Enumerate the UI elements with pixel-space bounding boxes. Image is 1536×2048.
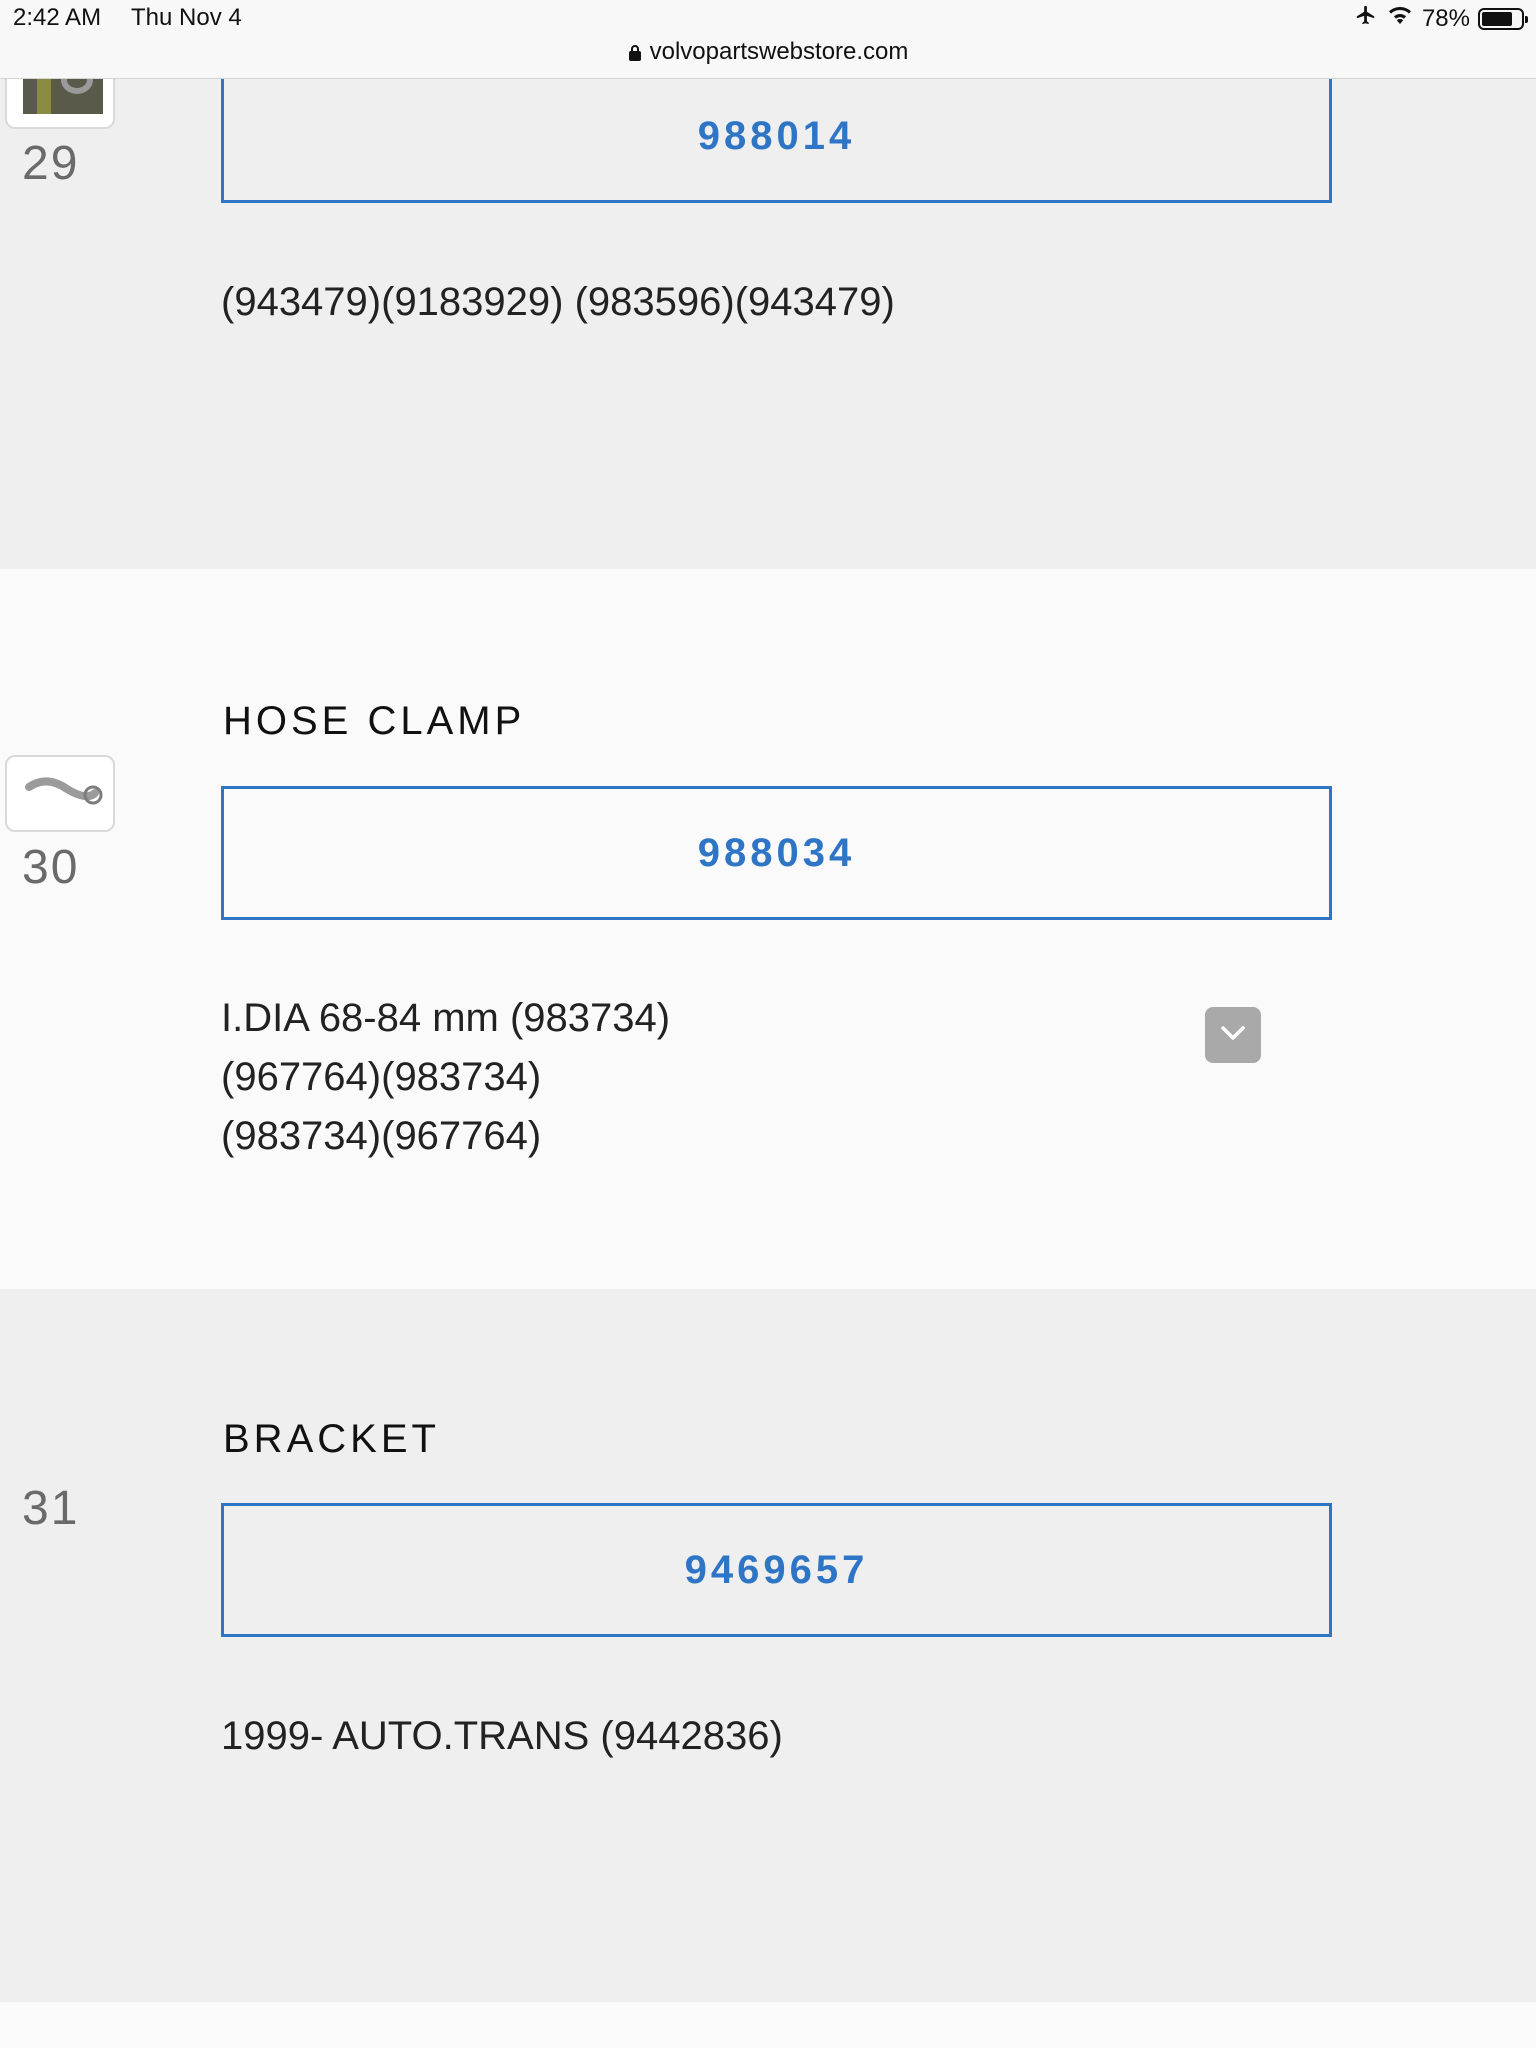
chevron-down-icon (1219, 1024, 1247, 1047)
part-note-line: I.DIA 68-84 mm (983734) (221, 996, 671, 1040)
browser-status-bar: 2:42 AM Thu Nov 4 78% volvopartswebstore… (0, 0, 1536, 79)
part-note-line: (983734)(967764) (221, 1114, 542, 1158)
part-title: BRACKET (223, 1417, 440, 1461)
item-number: 30 (22, 841, 80, 894)
battery-percent: 78% (1421, 4, 1470, 32)
item-number: 31 (22, 1482, 80, 1535)
wifi-icon (1386, 4, 1414, 33)
url-text: volvopartswebstore.com (649, 38, 909, 65)
status-indicators: 78% (1354, 4, 1528, 33)
part-notes: (943479)(9183929) (983596)(943479) (221, 273, 895, 332)
part-row-next (0, 2002, 1536, 2048)
battery-icon (1478, 7, 1528, 30)
part-notes: 1999- AUTO.TRANS (9442836) (221, 1707, 783, 1766)
part-row-29: 29 988014 (943479)(9183929) (983596)(943… (0, 0, 1536, 569)
lock-icon (628, 38, 650, 65)
part-number-button[interactable]: 988014 (221, 69, 1332, 203)
part-row-30: HOSE CLAMP 30 988034 I.DIA 68-84 mm (983… (0, 569, 1536, 1289)
part-thumbnail-30[interactable] (5, 755, 115, 832)
part-number-button[interactable]: 9469657 (221, 1503, 1332, 1637)
part-title: HOSE CLAMP (223, 699, 526, 743)
item-number: 29 (22, 137, 80, 190)
address-bar[interactable]: volvopartswebstore.com (0, 38, 1536, 66)
status-date: Thu Nov 4 (131, 4, 242, 31)
part-note-line: 1999- AUTO.TRANS (9442836) (221, 1714, 783, 1758)
part-note-line: (943479)(9183929) (983596)(943479) (221, 280, 895, 324)
part-number-button[interactable]: 988034 (221, 786, 1332, 920)
part-notes: I.DIA 68-84 mm (983734) (967764)(983734)… (221, 989, 670, 1166)
battery-fill (1482, 11, 1512, 26)
status-time: 2:42 AM (13, 4, 102, 31)
part-note-line: (967764)(983734) (221, 1055, 542, 1099)
expand-notes-button[interactable] (1205, 1007, 1261, 1063)
battery-tip (1525, 15, 1528, 23)
airplane-icon (1354, 4, 1378, 33)
part-row-31: BRACKET 31 9469657 1999- AUTO.TRANS (944… (0, 1289, 1536, 2002)
